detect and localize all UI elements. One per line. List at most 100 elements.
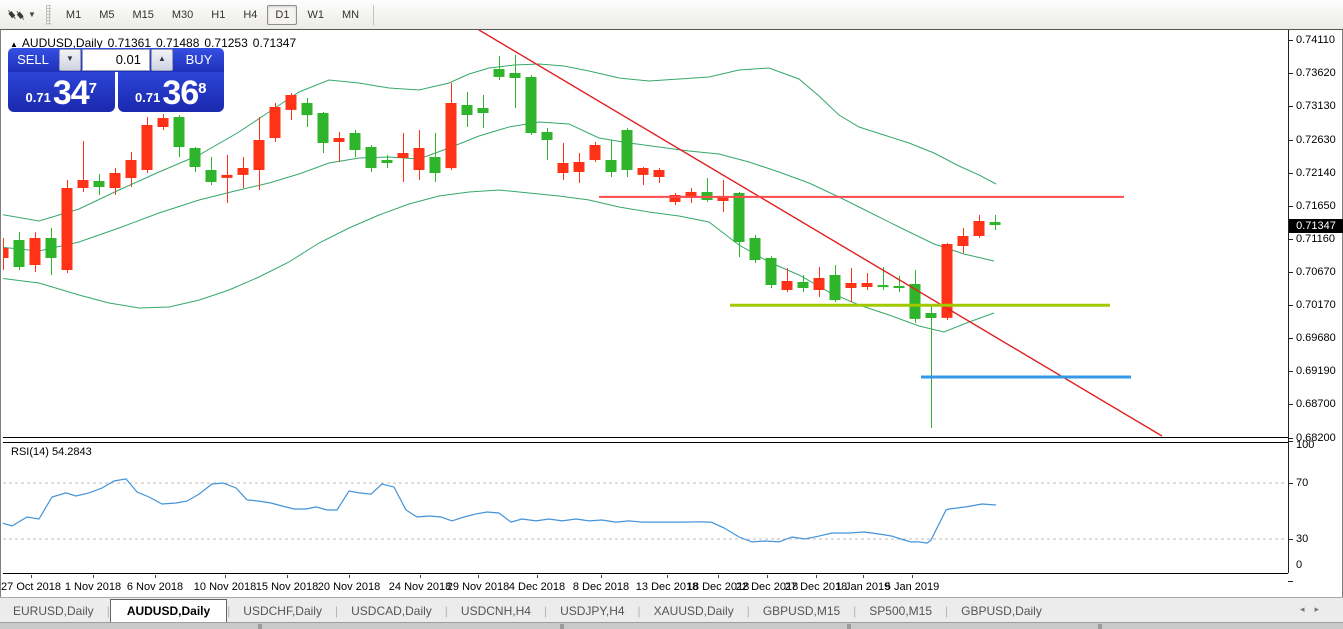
date-axis[interactable]: 27 Oct 20181 Nov 20186 Nov 201810 Nov 20… xyxy=(3,575,1288,597)
tab-xauusd-daily[interactable]: XAUUSD,Daily xyxy=(641,600,747,623)
candle-body xyxy=(494,69,505,77)
symbol-tab-bar: EURUSD,Daily|AUDUSD,Daily|USDCHF,Daily|U… xyxy=(0,597,1343,623)
volume-input[interactable]: 0.01 xyxy=(82,49,150,71)
timeframe-button-M30[interactable]: M30 xyxy=(164,5,201,25)
toolbar-grip-handle[interactable] xyxy=(46,5,51,25)
candle-body xyxy=(942,244,953,318)
timeframe-button-H1[interactable]: H1 xyxy=(203,5,233,25)
candle-body xyxy=(302,103,313,115)
tab-gbpusd-m15[interactable]: GBPUSD,M15 xyxy=(750,600,853,623)
sell-price-quote[interactable]: 0.71347 xyxy=(8,72,115,112)
date-axis-tick xyxy=(287,575,288,578)
rsi-indicator-label: RSI(14) 54.2843 xyxy=(11,446,92,458)
date-axis-label: 8 Dec 2018 xyxy=(573,581,629,593)
chart-type-dropdown-icon[interactable]: ▼ xyxy=(28,10,36,19)
rsi-value: 54.2843 xyxy=(52,446,92,458)
rsi-axis-label: 100 xyxy=(1296,439,1314,451)
candle-body xyxy=(254,140,265,170)
date-axis-label: 4 Dec 2018 xyxy=(509,581,565,593)
candle-body xyxy=(830,275,841,300)
candle-body xyxy=(510,73,521,78)
candle-body xyxy=(878,285,889,287)
date-axis-tick xyxy=(601,575,602,578)
date-axis-tick xyxy=(420,575,421,578)
candle-body xyxy=(366,147,377,168)
candle-body xyxy=(414,148,425,170)
tab-sp500-m15[interactable]: SP500,M15 xyxy=(856,600,945,623)
timeframe-button-M1[interactable]: M1 xyxy=(58,5,89,25)
candle-body xyxy=(174,117,185,147)
timeframe-button-MN[interactable]: MN xyxy=(334,5,367,25)
candle-body xyxy=(462,105,473,115)
candle-body xyxy=(398,153,409,158)
timeframe-button-D1[interactable]: D1 xyxy=(267,5,297,25)
date-axis-label: 1 Jan 2019 xyxy=(836,581,890,593)
candle-body xyxy=(430,157,441,173)
candle-body xyxy=(382,160,393,163)
rsi-axis-tick xyxy=(1288,581,1293,582)
rsi-axis-label: 70 xyxy=(1296,477,1308,489)
candle-body xyxy=(270,107,281,138)
timeframe-button-M15[interactable]: M15 xyxy=(124,5,161,25)
candle-body xyxy=(638,168,649,175)
volume-increase-button[interactable]: ▲ xyxy=(151,49,173,71)
candle-body xyxy=(958,236,969,246)
date-axis-label: 29 Nov 2018 xyxy=(447,581,509,593)
timeframe-button-H4[interactable]: H4 xyxy=(235,5,265,25)
candle-body xyxy=(206,170,217,182)
tab-audusd-daily[interactable]: AUDUSD,Daily xyxy=(110,599,227,624)
candle-body xyxy=(654,170,665,177)
ohlc-close: 0.71347 xyxy=(253,36,296,50)
sell-button[interactable]: SELL xyxy=(8,48,58,72)
buy-price-point: 8 xyxy=(198,72,206,106)
candle-body xyxy=(590,145,601,160)
candle-body xyxy=(222,175,233,178)
tab-usdcnh-h4[interactable]: USDCNH,H4 xyxy=(448,600,544,623)
tab-eurusd-daily[interactable]: EURUSD,Daily xyxy=(0,600,107,623)
tab-gbpusd-daily[interactable]: GBPUSD,Daily xyxy=(948,600,1055,623)
price-axis-label: 0.73130 xyxy=(1296,100,1336,112)
current-price-badge: 0.71347 xyxy=(1289,219,1343,233)
rsi-axis-tick xyxy=(1288,539,1293,540)
one-click-trade-panel: SELL ▼ 0.01 ▲ BUY 0.71347 0.71368 xyxy=(8,48,224,112)
price-axis-label: 0.69190 xyxy=(1296,365,1336,377)
price-axis-tick xyxy=(1288,338,1293,339)
price-axis-label: 0.70670 xyxy=(1296,266,1336,278)
price-axis-label: 0.71160 xyxy=(1296,233,1335,245)
chart-type-icon[interactable] xyxy=(6,6,26,24)
price-axis-tick xyxy=(1288,371,1293,372)
price-axis-label: 0.74110 xyxy=(1296,34,1335,46)
volume-decrease-button[interactable]: ▼ xyxy=(59,49,81,71)
candle-body xyxy=(126,160,137,178)
candle-body xyxy=(526,77,537,133)
date-axis-tick xyxy=(667,575,668,578)
rsi-axis-label: 0 xyxy=(1296,559,1302,571)
candle-body xyxy=(286,95,297,110)
rsi-chart[interactable] xyxy=(3,441,1288,573)
candle-body xyxy=(750,238,761,260)
buy-price-quote[interactable]: 0.71368 xyxy=(118,72,225,112)
trading-platform-window: ▼ M1M5M15M30H1H4D1W1MN ▲ AUDUSD,Daily 0.71… xyxy=(0,0,1343,629)
tab-usdjpy-h4[interactable]: USDJPY,H4 xyxy=(547,600,637,623)
price-axis-border xyxy=(1288,30,1289,573)
date-axis-tick xyxy=(31,575,32,578)
date-axis-label: 5 Jan 2019 xyxy=(885,581,939,593)
date-axis-tick xyxy=(718,575,719,578)
timeframe-toolbar: ▼ M1M5M15M30H1H4D1W1MN xyxy=(0,0,1343,30)
date-axis-tick xyxy=(863,575,864,578)
price-axis-tick xyxy=(1288,73,1293,74)
candle-body xyxy=(62,188,73,270)
candle-body xyxy=(734,193,745,242)
tab-usdcad-daily[interactable]: USDCAD,Daily xyxy=(338,600,445,623)
price-axis-tick xyxy=(1288,438,1293,439)
candle-body xyxy=(318,113,329,143)
date-axis-tick xyxy=(155,575,156,578)
buy-button[interactable]: BUY xyxy=(174,48,224,72)
tab-scroll-arrows[interactable]: ◂▸ xyxy=(1300,604,1329,615)
tab-usdchf-daily[interactable]: USDCHF,Daily xyxy=(230,600,335,623)
timeframe-button-W1[interactable]: W1 xyxy=(299,5,332,25)
candle-body xyxy=(14,240,25,267)
timeframe-button-M5[interactable]: M5 xyxy=(91,5,122,25)
descending-trendline[interactable] xyxy=(479,30,1162,436)
date-axis-label: 27 Oct 2018 xyxy=(1,581,61,593)
